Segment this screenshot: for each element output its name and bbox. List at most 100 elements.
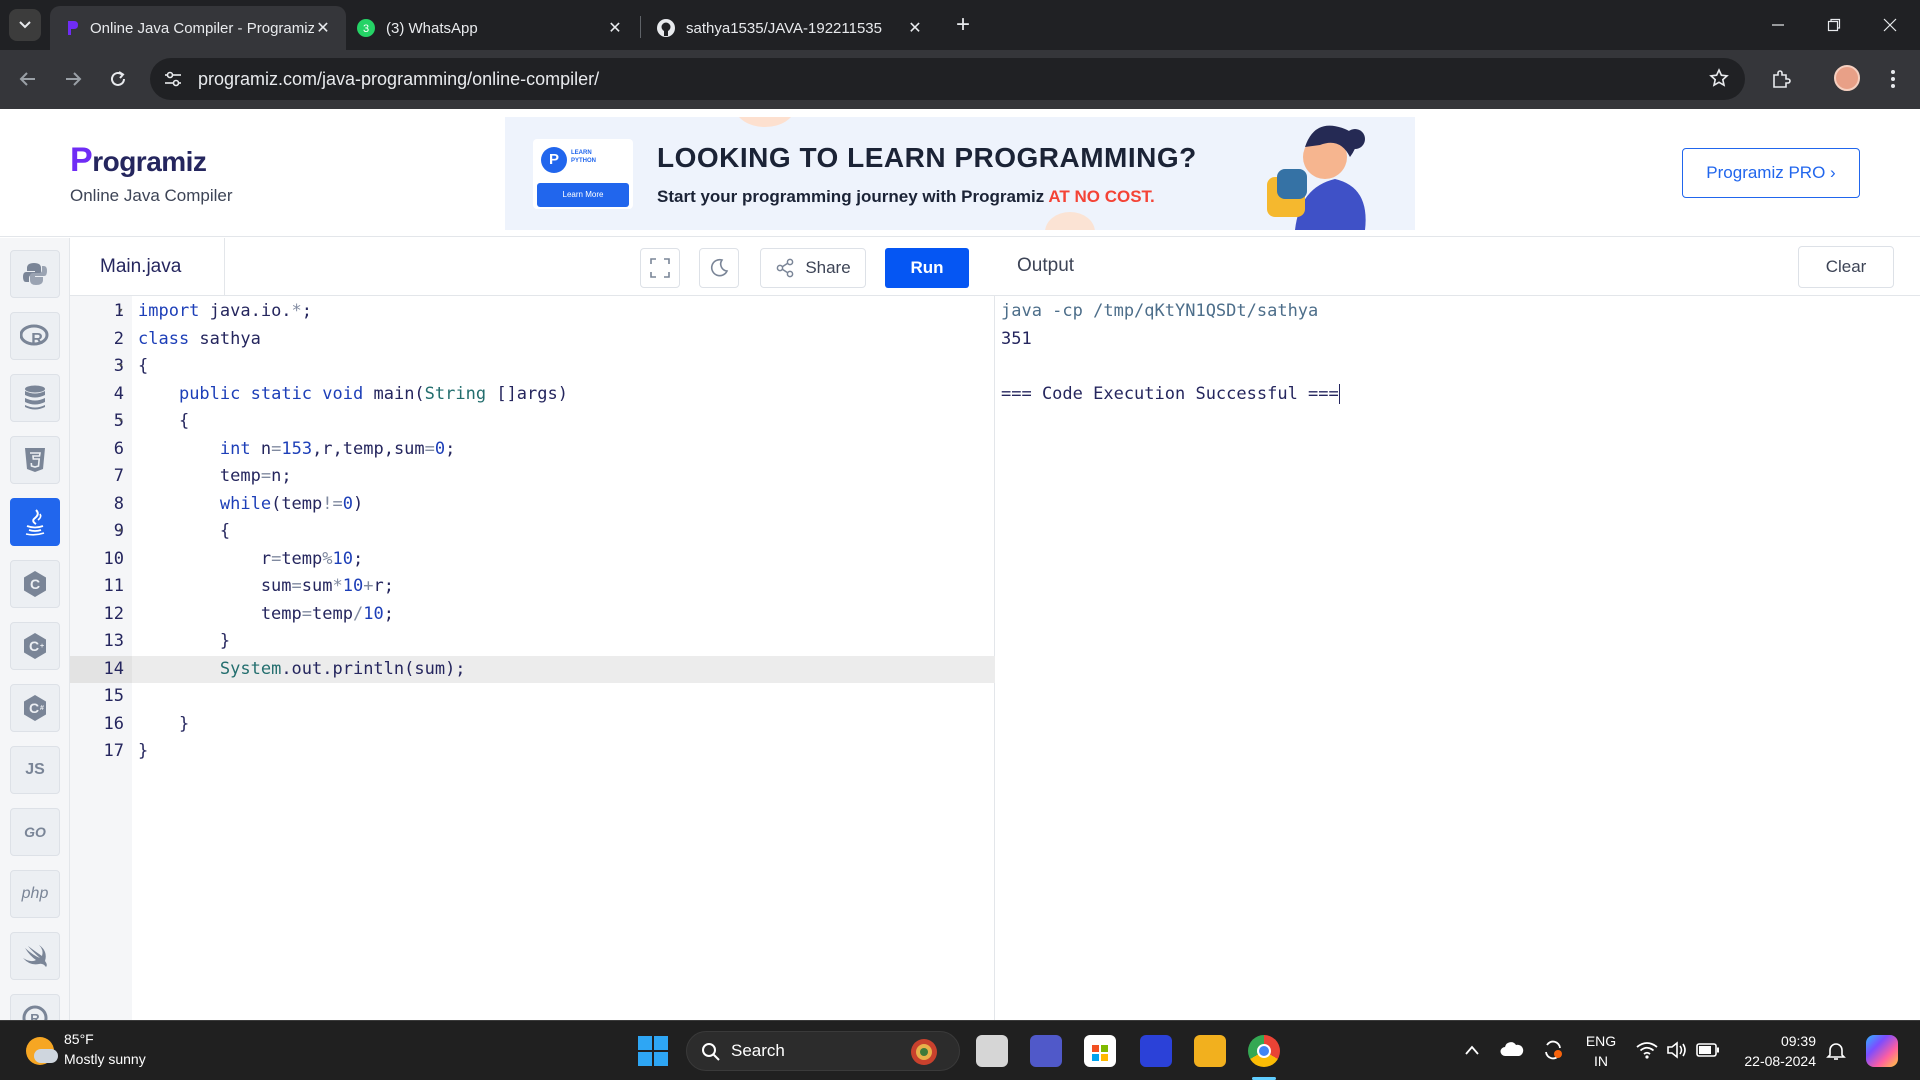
fullscreen-button[interactable] bbox=[640, 248, 680, 288]
learn-python-text: LEARN PYTHON bbox=[571, 150, 597, 164]
language-indicator[interactable]: ENG IN bbox=[1584, 1031, 1618, 1071]
code-line-active[interactable]: 14 System.out.println(sum); bbox=[70, 655, 995, 683]
file-explorer-icon[interactable] bbox=[1194, 1035, 1226, 1067]
run-button[interactable]: Run bbox=[885, 248, 969, 288]
address-bar[interactable]: programiz.com/java-programming/online-co… bbox=[150, 58, 1745, 100]
notification-bell-icon[interactable] bbox=[1826, 1041, 1846, 1061]
chrome-icon[interactable] bbox=[1248, 1035, 1280, 1067]
weather-temperature[interactable]: 85°F bbox=[64, 1031, 94, 1047]
profile-avatar[interactable] bbox=[1834, 65, 1860, 91]
close-icon[interactable]: ✕ bbox=[314, 18, 332, 38]
js-icon[interactable]: JS bbox=[10, 746, 60, 794]
teams-icon[interactable] bbox=[1030, 1035, 1062, 1067]
code-line[interactable]: 11 sum=sum*10+r; bbox=[70, 573, 995, 601]
csharp-icon[interactable]: C # bbox=[10, 684, 60, 732]
tab-github[interactable]: sathya1535/JAVA-192211535 ✕ bbox=[642, 6, 938, 50]
tab-whatsapp[interactable]: 3 (3) WhatsApp ✕ bbox=[342, 6, 638, 50]
page-subtitle: Online Java Compiler bbox=[70, 186, 233, 205]
new-tab-button[interactable]: + bbox=[950, 12, 976, 38]
dark-mode-button[interactable] bbox=[699, 248, 739, 288]
clear-button[interactable]: Clear bbox=[1798, 246, 1894, 288]
system-clock[interactable]: 09:39 22-08-2024 bbox=[1738, 1031, 1816, 1071]
php-icon[interactable]: php bbox=[10, 870, 60, 918]
fold-arrow-icon[interactable]: ▾ bbox=[118, 353, 123, 381]
programiz-logo[interactable]: Programiz bbox=[70, 141, 207, 180]
html5-icon[interactable] bbox=[10, 436, 60, 484]
programiz-pro-button[interactable]: Programiz PRO › bbox=[1682, 148, 1860, 198]
share-label: Share bbox=[805, 258, 851, 277]
code-line[interactable]: 1 ▾ import java.io.*; bbox=[70, 298, 995, 326]
site-info-icon[interactable] bbox=[162, 68, 184, 90]
weather-sun-icon[interactable] bbox=[26, 1037, 58, 1065]
reload-button[interactable] bbox=[103, 64, 133, 94]
forward-button[interactable] bbox=[58, 64, 88, 94]
file-tab-main-java[interactable]: Main.java bbox=[70, 238, 225, 296]
extensions-button[interactable] bbox=[1766, 64, 1796, 94]
chevron-down-icon bbox=[19, 21, 31, 29]
code-line[interactable]: 4 public static void main(String []args) bbox=[70, 381, 995, 409]
programiz-favicon-icon bbox=[68, 21, 78, 35]
windows-start-icon[interactable] bbox=[638, 1036, 668, 1066]
cpp-icon[interactable]: C + bbox=[10, 622, 60, 670]
microsoft-store-icon[interactable] bbox=[1084, 1035, 1116, 1067]
minimize-button[interactable] bbox=[1758, 8, 1798, 42]
share-button[interactable]: Share bbox=[760, 248, 866, 288]
output-console[interactable]: java -cp /tmp/qKtYN1QSDt/sathya 351 === … bbox=[995, 296, 1920, 1020]
code-editor[interactable]: 1 ▾ import java.io.*; 2 class sathya 3 ▾ {… bbox=[70, 296, 995, 1020]
ad-banner[interactable]: P LEARN PYTHON Learn More LOOKING TO LEAR… bbox=[505, 117, 1415, 230]
github-icon bbox=[657, 19, 675, 37]
code-line[interactable]: 9 ▾ { bbox=[70, 518, 995, 546]
code-line[interactable]: 6 int n=153,r,temp,sum=0; bbox=[70, 436, 995, 464]
volume-icon[interactable] bbox=[1666, 1041, 1688, 1059]
onedrive-cloud-icon[interactable] bbox=[1500, 1041, 1524, 1057]
code-line[interactable]: 15 bbox=[70, 683, 995, 711]
line-number: 4 bbox=[113, 383, 124, 404]
code-line[interactable]: 7 temp=n; bbox=[70, 463, 995, 491]
close-icon[interactable]: ✕ bbox=[906, 18, 924, 38]
weather-description[interactable]: Mostly sunny bbox=[64, 1051, 146, 1067]
code-line[interactable]: 2 class sathya bbox=[70, 326, 995, 354]
close-window-button[interactable] bbox=[1870, 8, 1910, 42]
copilot-icon[interactable] bbox=[1866, 1035, 1898, 1067]
fold-arrow-icon[interactable]: ▾ bbox=[118, 408, 123, 436]
sync-icon[interactable] bbox=[1542, 1039, 1564, 1061]
chevron-up-icon[interactable] bbox=[1464, 1043, 1480, 1057]
swift-icon[interactable] bbox=[10, 932, 60, 980]
site-header: Programiz Online Java Compiler P LEARN PY… bbox=[0, 109, 1920, 237]
code-line[interactable]: 17 } bbox=[70, 738, 995, 766]
code-line[interactable]: 13 } bbox=[70, 628, 995, 656]
wifi-icon[interactable] bbox=[1636, 1041, 1658, 1059]
code-line[interactable]: 3 ▾ { bbox=[70, 353, 995, 381]
url-text[interactable]: programiz.com/java-programming/online-co… bbox=[198, 69, 599, 90]
code-line[interactable]: 8 while(temp!=0) bbox=[70, 491, 995, 519]
battery-icon[interactable] bbox=[1696, 1043, 1720, 1057]
c-icon[interactable]: C bbox=[10, 560, 60, 608]
rust-icon[interactable]: R bbox=[10, 994, 60, 1020]
r-icon[interactable]: R bbox=[10, 312, 60, 360]
database-icon[interactable] bbox=[10, 374, 60, 422]
minimize-icon bbox=[1772, 24, 1784, 26]
editor-app-icon[interactable] bbox=[1140, 1035, 1172, 1067]
restore-button[interactable] bbox=[1814, 8, 1854, 42]
svg-text:3: 3 bbox=[363, 23, 369, 35]
tab-programiz[interactable]: Online Java Compiler - Programiz ✕ bbox=[50, 6, 346, 50]
close-icon[interactable]: ✕ bbox=[606, 18, 624, 38]
go-icon[interactable]: GO bbox=[10, 808, 60, 856]
fold-arrow-icon[interactable]: ▾ bbox=[118, 518, 123, 546]
code-line[interactable]: 10 r=temp%10; bbox=[70, 546, 995, 574]
tab-search-button[interactable] bbox=[9, 9, 41, 41]
svg-text:C: C bbox=[29, 638, 39, 654]
code-line[interactable]: 5 ▾ { bbox=[70, 408, 995, 436]
taskbar-search[interactable]: Search bbox=[686, 1031, 960, 1071]
python-icon[interactable] bbox=[10, 250, 60, 298]
bookmark-star-icon[interactable] bbox=[1709, 68, 1729, 93]
code-text: } bbox=[138, 631, 231, 651]
code-line[interactable]: 12 temp=temp/10; bbox=[70, 601, 995, 629]
browser-menu-button[interactable] bbox=[1878, 64, 1908, 94]
task-view-icon[interactable] bbox=[976, 1035, 1008, 1067]
fold-arrow-icon[interactable]: ▾ bbox=[118, 298, 123, 326]
java-icon[interactable] bbox=[10, 498, 60, 546]
line-number: 6 bbox=[113, 438, 124, 459]
back-button[interactable] bbox=[13, 64, 43, 94]
code-line[interactable]: 16 } bbox=[70, 711, 995, 739]
